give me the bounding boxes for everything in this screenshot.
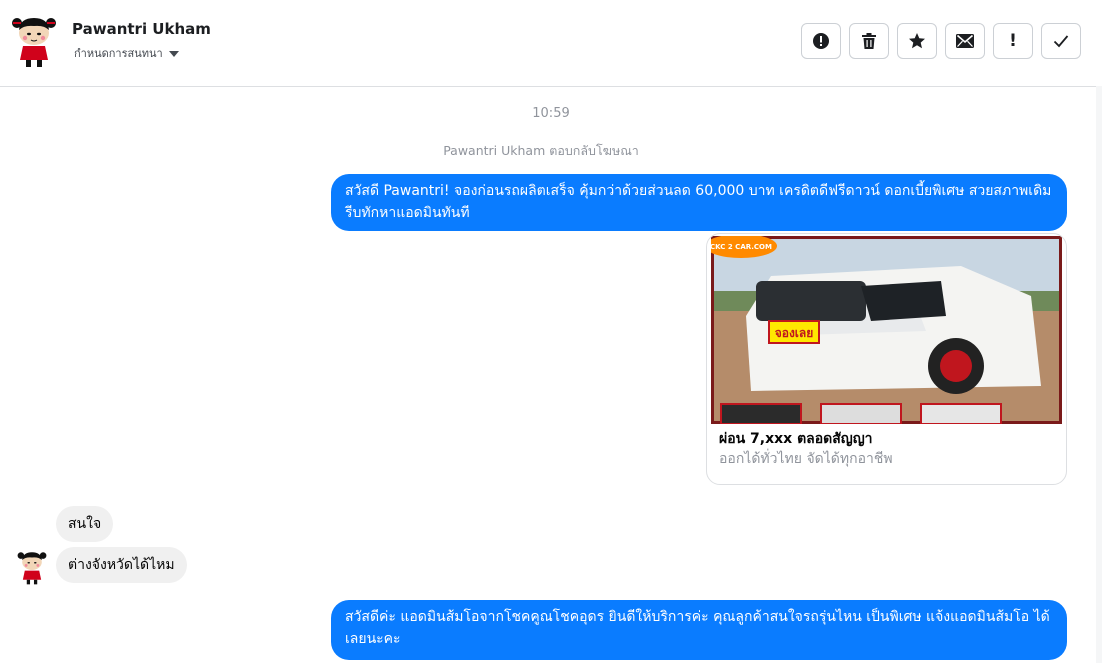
ad-card-title: ผ่อน 7,xxx ตลอดสัญญา bbox=[719, 431, 873, 447]
outgoing-message[interactable]: สวัสดี Pawantri! จองก่อนรถผลิตเสร็จ คุ้ม… bbox=[331, 174, 1067, 231]
star-icon bbox=[909, 33, 925, 49]
conversation-header: Pawantri Ukham กำหนดการสนทนา ! bbox=[0, 0, 1102, 87]
envelope-icon bbox=[956, 34, 974, 48]
contact-avatar[interactable] bbox=[10, 16, 58, 68]
exclamation-icon: ! bbox=[1009, 31, 1017, 51]
booking-badge: จองเลย bbox=[775, 326, 814, 340]
trash-icon bbox=[862, 33, 876, 49]
car-promo-image[interactable]: จองเลย CKC 2 CAR.COM bbox=[711, 236, 1062, 424]
ad-card[interactable]: จองเลย CKC 2 CAR.COM ผ่อน 7,xxx ตลอดสัญญ… bbox=[706, 233, 1067, 485]
incoming-message[interactable]: ต่างจังหวัดได้ไหม bbox=[56, 547, 187, 583]
message-timestamp: 10:59 bbox=[532, 106, 570, 121]
caret-down-icon bbox=[168, 51, 179, 57]
assign-conversation-dropdown[interactable]: กำหนดการสนทนา bbox=[74, 44, 179, 62]
dealer-logo: CKC 2 CAR.COM bbox=[711, 243, 772, 251]
checkmark-icon bbox=[1053, 35, 1069, 48]
important-button[interactable]: ! bbox=[993, 23, 1033, 59]
mark-unread-button[interactable] bbox=[945, 23, 985, 59]
star-button[interactable] bbox=[897, 23, 937, 59]
done-button[interactable] bbox=[1041, 23, 1081, 59]
assign-label: กำหนดการสนทนา bbox=[74, 47, 163, 60]
system-note: Pawantri Ukham ตอบกลับโฆษณา bbox=[443, 143, 639, 158]
scrollbar[interactable] bbox=[1096, 86, 1102, 663]
incoming-message[interactable]: สนใจ bbox=[56, 506, 114, 542]
contact-name[interactable]: Pawantri Ukham bbox=[72, 20, 211, 38]
alert-circle-icon bbox=[813, 33, 829, 49]
contact-avatar-small[interactable] bbox=[16, 551, 48, 585]
ad-card-subtitle: ออกได้ทั่วไทย จัดได้ทุกอาชีพ bbox=[719, 451, 893, 467]
spam-button[interactable] bbox=[801, 23, 841, 59]
delete-button[interactable] bbox=[849, 23, 889, 59]
outgoing-message[interactable]: สวัสดีค่ะ แอดมินส้มโอจากโชคคูณโชคอุดร ยิ… bbox=[331, 600, 1067, 660]
